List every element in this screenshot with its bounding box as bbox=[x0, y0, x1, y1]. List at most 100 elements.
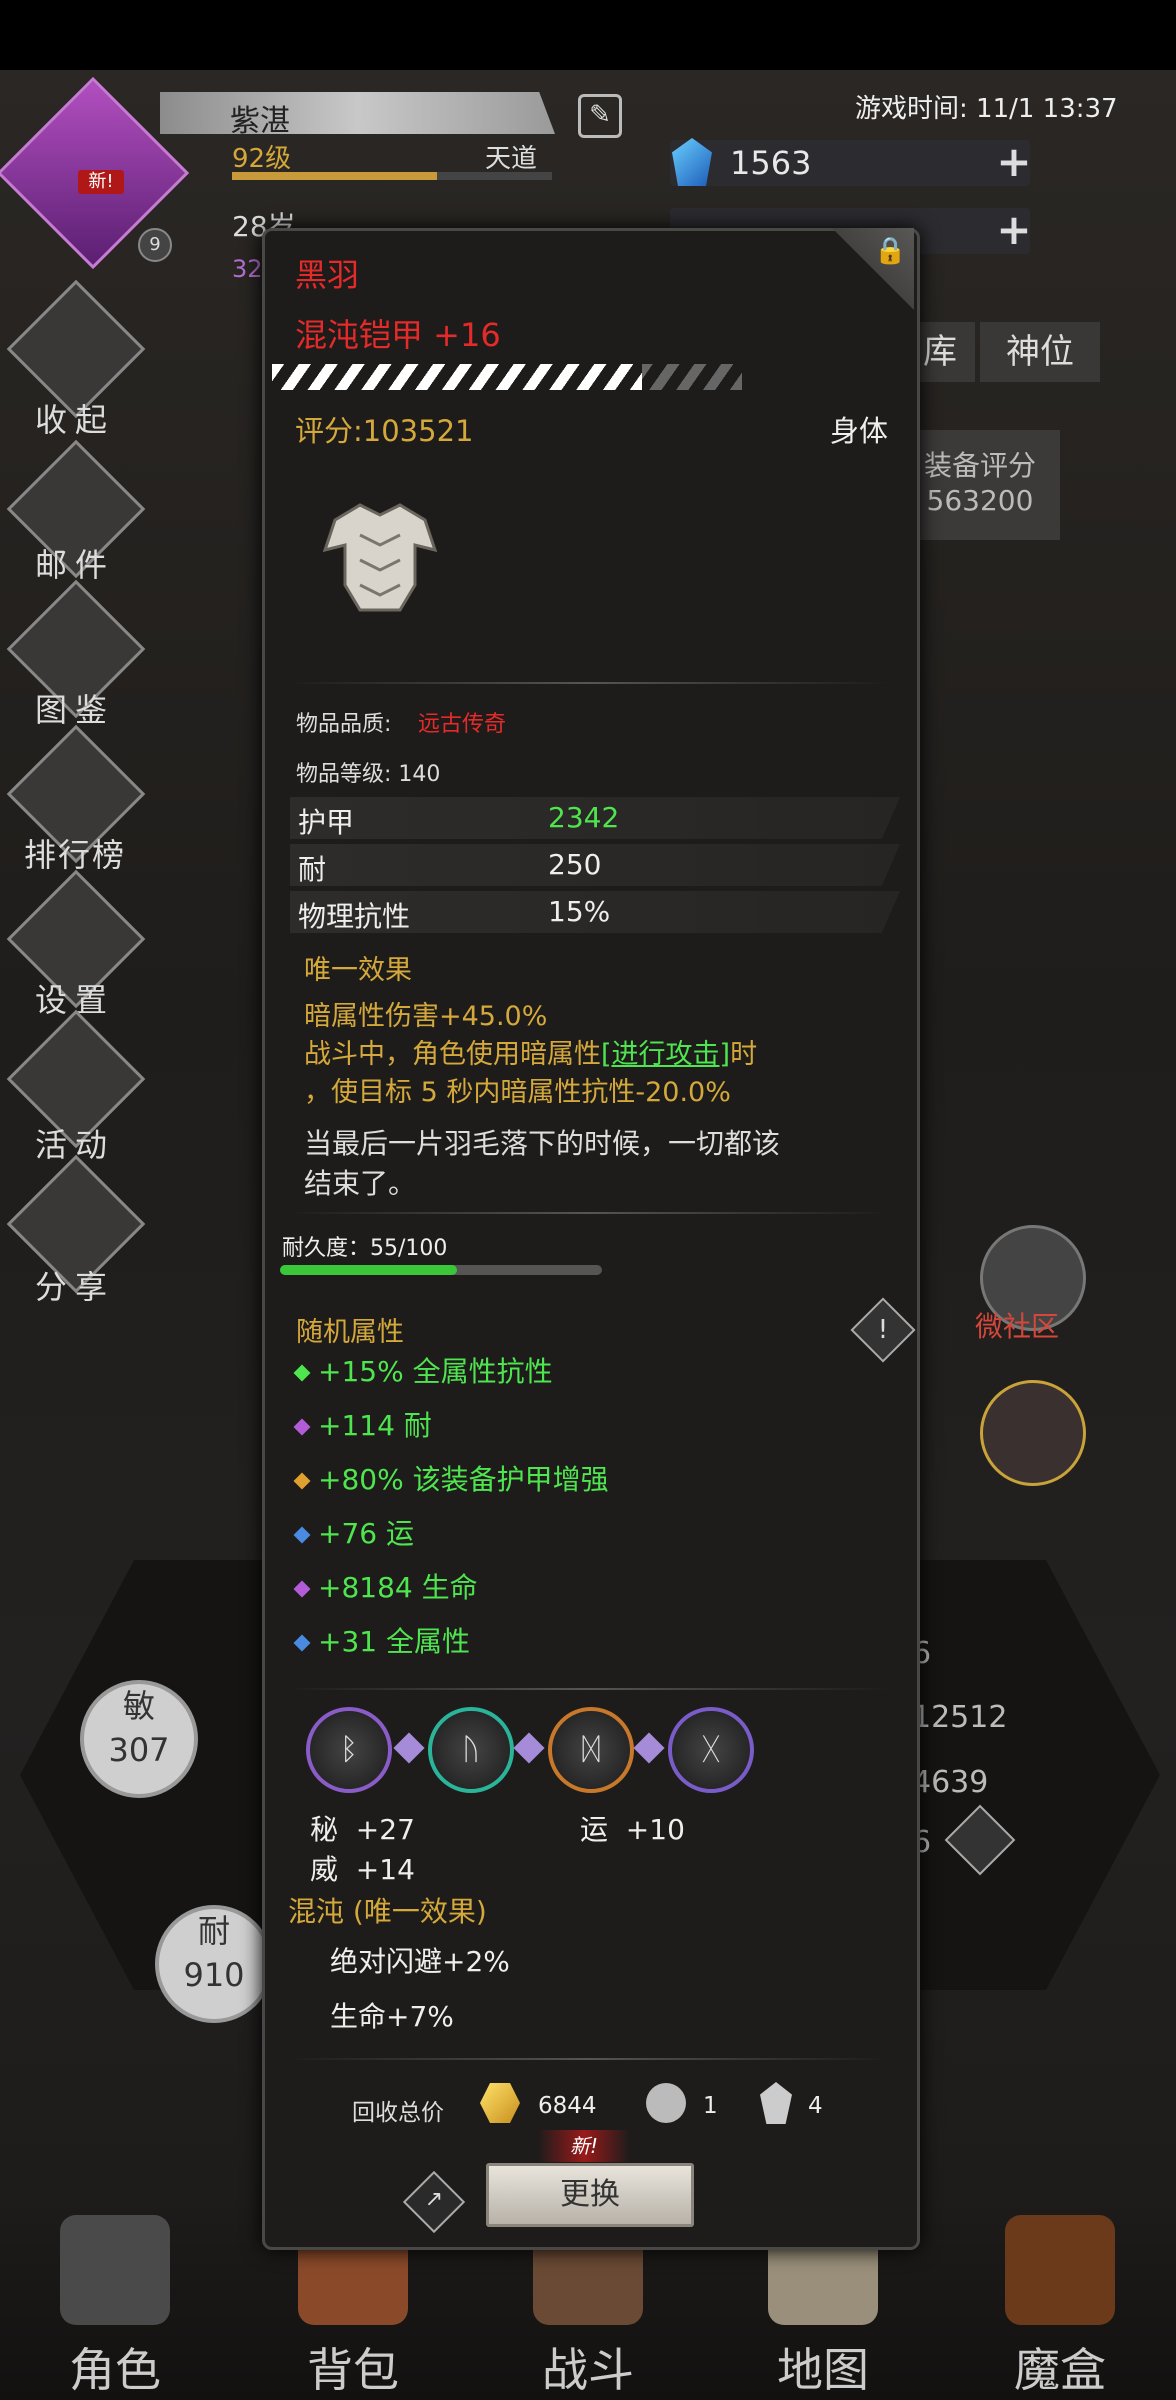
stat-phys-res-name: 物理抗性 bbox=[298, 900, 411, 933]
gem-bonus-2: 运 +10 bbox=[580, 1813, 685, 1846]
random-attr-text: +8184 生命 bbox=[318, 1571, 478, 1604]
nav-battle-label: 战斗 bbox=[542, 2343, 634, 2397]
equip-score-label: 装备评分 bbox=[923, 449, 1036, 482]
divider bbox=[288, 1688, 888, 1690]
avatar-new-badge: 新! bbox=[78, 170, 124, 194]
stat-endurance-circle: 耐 910 bbox=[155, 1905, 273, 2023]
random-attr-text: +114 耐 bbox=[318, 1409, 432, 1442]
nav-map-label: 地图 bbox=[777, 2343, 869, 2397]
stat-agility-circle: 敏 307 bbox=[80, 1680, 198, 1798]
nav-character[interactable]: 角色 bbox=[5, 2195, 225, 2400]
gem-bonus-1: 秘 +27 bbox=[310, 1813, 415, 1846]
attr-bullet-icon bbox=[293, 1418, 311, 1436]
recycle-label: 回收总价 bbox=[352, 2100, 444, 2126]
menu-share-label[interactable]: 分享 bbox=[0, 1262, 150, 1308]
game-time: 游戏时间: 11/1 13:37 bbox=[855, 94, 1118, 124]
xp-fill bbox=[232, 172, 437, 180]
name-banner bbox=[160, 92, 555, 134]
durability-label: 耐久度：55/100 bbox=[282, 1236, 448, 1261]
attack-link[interactable]: [进行攻击] bbox=[601, 1039, 730, 1070]
item-name: 黑羽 bbox=[295, 256, 360, 294]
nav-backpack-label: 背包 bbox=[307, 2343, 399, 2397]
stone-icon bbox=[646, 2083, 686, 2123]
gem-bonus-3: 威 +14 bbox=[310, 1853, 415, 1886]
unique-line-3: ，使目标 5 秒内暗属性抗性-20.0% bbox=[304, 1077, 731, 1108]
attr-bullet-icon bbox=[293, 1580, 311, 1598]
magic-box-icon bbox=[1005, 2215, 1115, 2325]
enhance-progress-remaining bbox=[642, 364, 742, 390]
quality-value: 远古传奇 bbox=[418, 712, 507, 737]
player-age-sub: 32 bbox=[232, 255, 263, 283]
edit-icon[interactable]: ✎ bbox=[578, 94, 622, 138]
gem-resource-bar bbox=[670, 140, 1030, 186]
unique-line-2-tail: 时 bbox=[730, 1039, 758, 1070]
random-attr-text: +31 全属性 bbox=[318, 1625, 470, 1658]
stat-armor-name: 护甲 bbox=[298, 806, 355, 839]
set-effect-title: 混沌 (唯一效果) bbox=[288, 1895, 487, 1928]
recycle-shard: 4 bbox=[808, 2093, 823, 2119]
divider bbox=[288, 1212, 888, 1214]
unique-line-2: 战斗中，角色使用暗属性[进行攻击]时 bbox=[304, 1036, 757, 1074]
unique-line-2-text: 战斗中，角色使用暗属性 bbox=[304, 1039, 601, 1070]
new-badge: 新! bbox=[538, 2130, 630, 2162]
unique-line-1: 暗属性伤害+45.0% bbox=[304, 1001, 548, 1032]
enhance-progress-bar bbox=[272, 364, 642, 390]
divider bbox=[288, 2058, 888, 2060]
nav-magic-box-label: 魔盒 bbox=[1014, 2343, 1106, 2397]
set-bonus-2: 生命+7% bbox=[330, 2000, 454, 2033]
stat-end-value: 250 bbox=[548, 848, 602, 881]
status-bar bbox=[0, 0, 1176, 70]
random-attr-text: +76 运 bbox=[318, 1517, 414, 1550]
set-bonus-1: 绝对闪避+2% bbox=[330, 1945, 510, 1978]
attr-bullet-icon bbox=[293, 1472, 311, 1490]
menu-collapse-label[interactable]: 收起 bbox=[0, 395, 150, 441]
stat-phys-res-value: 15% bbox=[548, 895, 611, 928]
stat-armor-value: 2342 bbox=[548, 801, 620, 834]
nav-character-label: 角色 bbox=[69, 2343, 161, 2397]
unique-effect-title: 唯一效果 bbox=[304, 955, 412, 986]
item-slot: 身体 bbox=[830, 414, 889, 448]
warning-glyph: ! bbox=[877, 1315, 889, 1345]
divider bbox=[288, 682, 888, 684]
replace-button[interactable]: 更换 bbox=[486, 2163, 694, 2227]
socket-gem-3[interactable]: ᛞ bbox=[548, 1707, 634, 1793]
socket-gem-1[interactable]: ᛒ bbox=[306, 1707, 392, 1793]
nav-magic-box[interactable]: 魔盒 bbox=[950, 2195, 1170, 2400]
item-level: 物品等级: 140 bbox=[296, 762, 441, 787]
back-stat-3: 4639 bbox=[912, 1765, 989, 1800]
community-label[interactable]: 微社区 bbox=[975, 1305, 1059, 1345]
attr-bullet-icon bbox=[293, 1634, 311, 1652]
recycle-stone: 1 bbox=[703, 2093, 718, 2119]
flavor-line-1: 当最后一片羽毛落下的时候，一切都该 bbox=[304, 1127, 781, 1160]
stat-agility-value: 307 bbox=[108, 1731, 170, 1769]
chaos-armor-icon bbox=[322, 503, 438, 612]
boss-helmet-icon[interactable] bbox=[980, 1380, 1086, 1486]
add-gem-button[interactable]: + bbox=[996, 141, 1032, 183]
random-attr-title: 随机属性 bbox=[296, 1317, 404, 1348]
stat-agility-label: 敏 bbox=[122, 1687, 155, 1725]
item-score: 评分:103521 bbox=[295, 414, 474, 448]
random-attr-item: +76 运 bbox=[293, 1512, 414, 1552]
share-item-glyph: ↗ bbox=[424, 2187, 444, 2212]
player-realm: 天道 bbox=[485, 144, 538, 174]
random-attr-text: +80% 该装备护甲增强 bbox=[318, 1463, 609, 1496]
lock-icon[interactable]: 🔒 bbox=[874, 236, 906, 266]
helmet-icon bbox=[60, 2215, 170, 2325]
gem-count: 1563 bbox=[730, 144, 812, 182]
socket-gem-4[interactable]: ᚷ bbox=[668, 1707, 754, 1793]
avatar-count-badge: 9 bbox=[138, 228, 172, 262]
item-type: 混沌铠甲 +16 bbox=[295, 316, 501, 354]
random-attr-text: +15% 全属性抗性 bbox=[318, 1355, 553, 1388]
random-attr-item: +80% 该装备护甲增强 bbox=[293, 1458, 609, 1498]
stat-end-name: 耐 bbox=[298, 853, 327, 886]
random-attr-item: +15% 全属性抗性 bbox=[293, 1350, 553, 1390]
tab-divine[interactable]: 神位 bbox=[980, 322, 1100, 382]
add-gold-button[interactable]: + bbox=[996, 209, 1032, 251]
flavor-line-2: 结束了。 bbox=[304, 1167, 417, 1200]
attr-bullet-icon bbox=[293, 1526, 311, 1544]
random-attr-item: +8184 生命 bbox=[293, 1566, 478, 1606]
player-level: 92级 bbox=[232, 144, 292, 174]
socket-gem-2[interactable]: ᚢ bbox=[428, 1707, 514, 1793]
durability-fill bbox=[280, 1265, 458, 1275]
quality-label: 物品品质: bbox=[296, 712, 392, 737]
